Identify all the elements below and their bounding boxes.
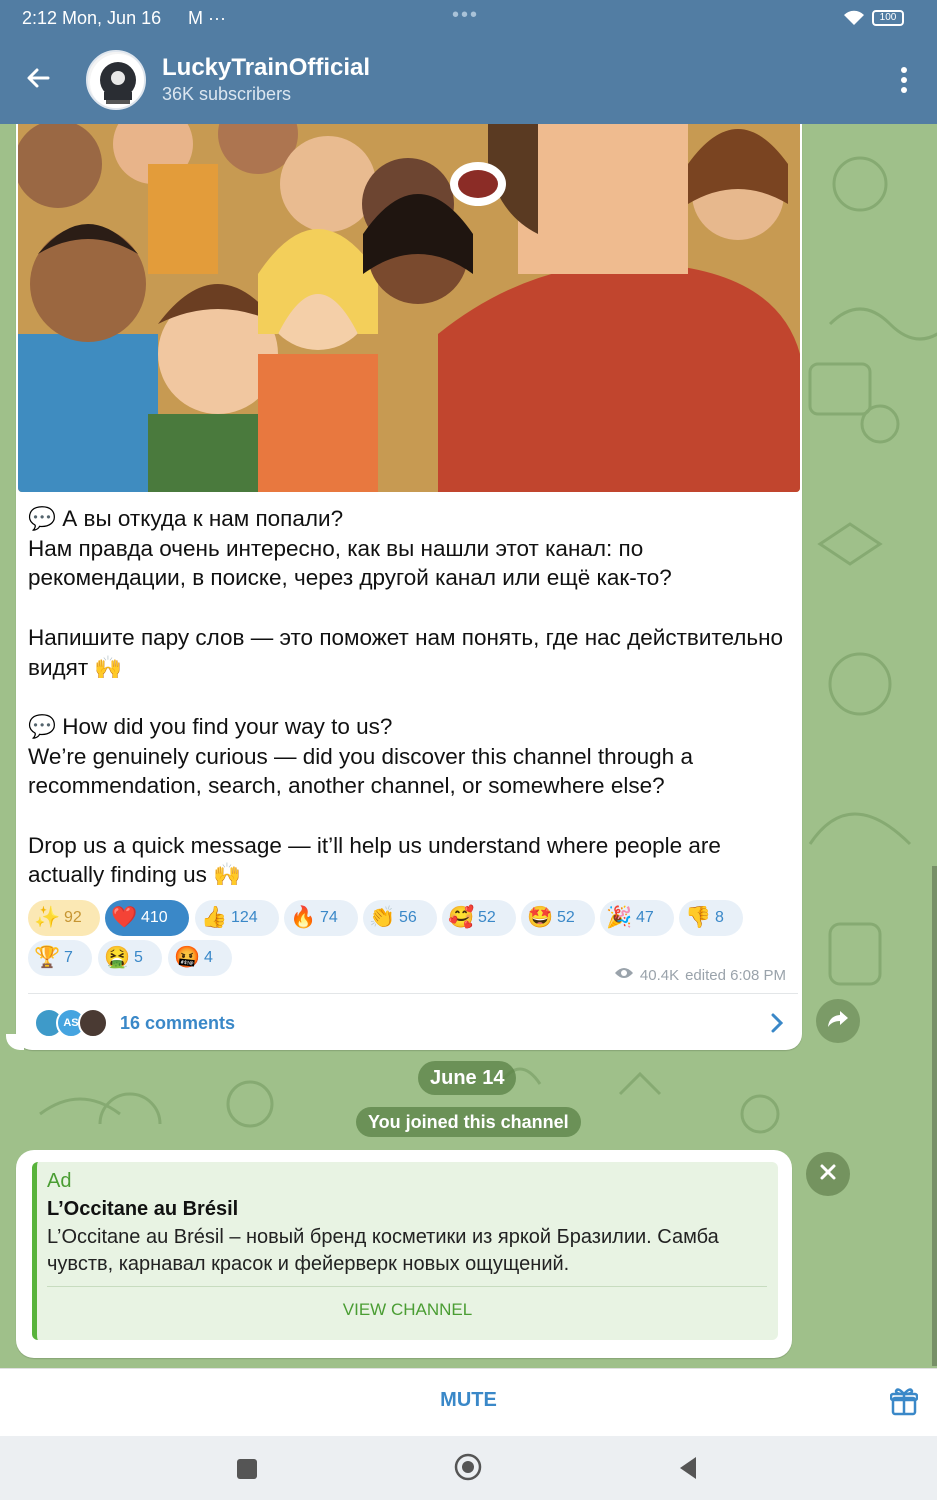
reaction-count: 52 <box>557 909 575 926</box>
scrollbar[interactable] <box>932 866 937 1366</box>
share-arrow-icon <box>826 1009 850 1034</box>
more-vertical-icon[interactable] <box>892 64 916 96</box>
battery-icon: 100 <box>872 10 904 26</box>
reaction-fire[interactable]: 🔥 74 <box>284 900 358 936</box>
divider <box>28 993 798 994</box>
post-meta: 40.4K edited 6:08 PM <box>614 966 786 984</box>
reaction-swearing[interactable]: 🤬 4 <box>168 940 232 976</box>
bottom-bar: MUTE <box>0 1368 937 1436</box>
fire-icon: 🔥 <box>290 906 317 929</box>
ad-title: L’Occitane au Brésil <box>47 1198 239 1220</box>
reaction-count: 92 <box>64 909 82 926</box>
chevron-right-icon <box>770 1012 784 1039</box>
ad-tag: Ad <box>47 1170 72 1192</box>
channel-header: LuckyTrainOfficial 36K subscribers <box>0 36 937 124</box>
sponsored-message: Ad L’Occitane au Brésil L’Occitane au Br… <box>16 1150 792 1358</box>
edited-time: edited 6:08 PM <box>685 966 786 984</box>
smiling-hearts-icon: 🥰 <box>448 906 475 929</box>
reaction-count: 124 <box>231 909 258 926</box>
clap-icon: 👏 <box>369 906 396 929</box>
mute-button[interactable]: MUTE <box>0 1389 937 1412</box>
reaction-thumbs-up[interactable]: 👍 124 <box>195 900 279 936</box>
ad-description: L’Occitane au Brésil – новый бренд косме… <box>47 1226 719 1275</box>
channel-avatar[interactable] <box>86 50 146 110</box>
reaction-count: 410 <box>141 909 168 926</box>
recents-square-icon[interactable] <box>236 1458 258 1485</box>
reaction-thumbs-down[interactable]: 👎 8 <box>679 900 743 936</box>
view-count: 40.4K <box>639 966 680 984</box>
share-button[interactable] <box>816 999 860 1043</box>
reaction-party[interactable]: 🎉 47 <box>600 900 674 936</box>
status-notification: M ··· <box>188 8 226 28</box>
gift-icon[interactable] <box>889 1387 919 1422</box>
post-text: 💬 А вы откуда к нам попали? Нам правда о… <box>28 506 784 888</box>
reaction-star-struck[interactable]: 🤩 52 <box>521 900 595 936</box>
eye-icon <box>614 966 634 984</box>
close-icon <box>819 1163 837 1186</box>
thumbs-up-icon: 👍 <box>201 906 228 929</box>
subscriber-count: 36K subscribers <box>162 84 292 104</box>
ad-card[interactable]: Ad L’Occitane au Brésil L’Occitane au Br… <box>32 1162 778 1340</box>
view-channel-button[interactable]: VIEW CHANNEL <box>37 1290 778 1330</box>
reaction-count: 4 <box>204 949 213 966</box>
reaction-vomit[interactable]: 🤮 5 <box>98 940 162 976</box>
comments-button[interactable]: AS 16 comments <box>34 1004 794 1042</box>
reaction-count: 56 <box>399 909 417 926</box>
comments-label: 16 comments <box>120 1012 236 1033</box>
back-triangle-icon[interactable] <box>678 1456 698 1485</box>
reaction-sparkles[interactable]: ✨ 92 <box>28 900 100 936</box>
home-circle-icon[interactable] <box>454 1453 482 1486</box>
sparkles-icon: ✨ <box>34 906 61 929</box>
reaction-count: 7 <box>64 949 73 966</box>
status-bar: 2:12 Mon, Jun 16 M ··· ••• 100 <box>0 0 937 36</box>
back-arrow-icon[interactable] <box>22 62 54 94</box>
reaction-clap[interactable]: 👏 56 <box>363 900 437 936</box>
reaction-count: 74 <box>320 909 338 926</box>
reaction-count: 8 <box>715 909 724 926</box>
post-illustration[interactable] <box>18 124 800 492</box>
reaction-count: 52 <box>478 909 496 926</box>
star-struck-icon: 🤩 <box>527 906 554 929</box>
reaction-love-face[interactable]: 🥰 52 <box>442 900 516 936</box>
ad-divider <box>47 1286 767 1287</box>
reaction-trophy[interactable]: 🏆 7 <box>28 940 92 976</box>
reaction-heart[interactable]: ❤️ 410 <box>105 900 189 936</box>
heart-icon: ❤️ <box>111 906 138 929</box>
status-time: 2:12 Mon, Jun 16 <box>22 8 162 28</box>
trophy-icon: 🏆 <box>34 946 61 969</box>
thumbs-down-icon: 👎 <box>685 906 712 929</box>
channel-title[interactable]: LuckyTrainOfficial <box>162 54 370 82</box>
date-separator: June 14 <box>418 1061 517 1095</box>
reaction-count: 47 <box>636 909 654 926</box>
wifi-icon <box>842 9 866 32</box>
commenter-avatar <box>78 1008 108 1038</box>
status-dots-icon: ••• <box>452 4 480 26</box>
channel-post-bubble: 💬 А вы откуда к нам попали? Нам правда о… <box>16 124 802 1050</box>
swearing-face-icon: 🤬 <box>174 946 201 969</box>
joined-service-message: You joined this channel <box>356 1107 581 1137</box>
system-nav-bar <box>0 1436 937 1500</box>
vomiting-face-icon: 🤮 <box>104 946 131 969</box>
reaction-count: 5 <box>134 949 143 966</box>
close-ad-button[interactable] <box>806 1152 850 1196</box>
party-popper-icon: 🎉 <box>606 906 633 929</box>
